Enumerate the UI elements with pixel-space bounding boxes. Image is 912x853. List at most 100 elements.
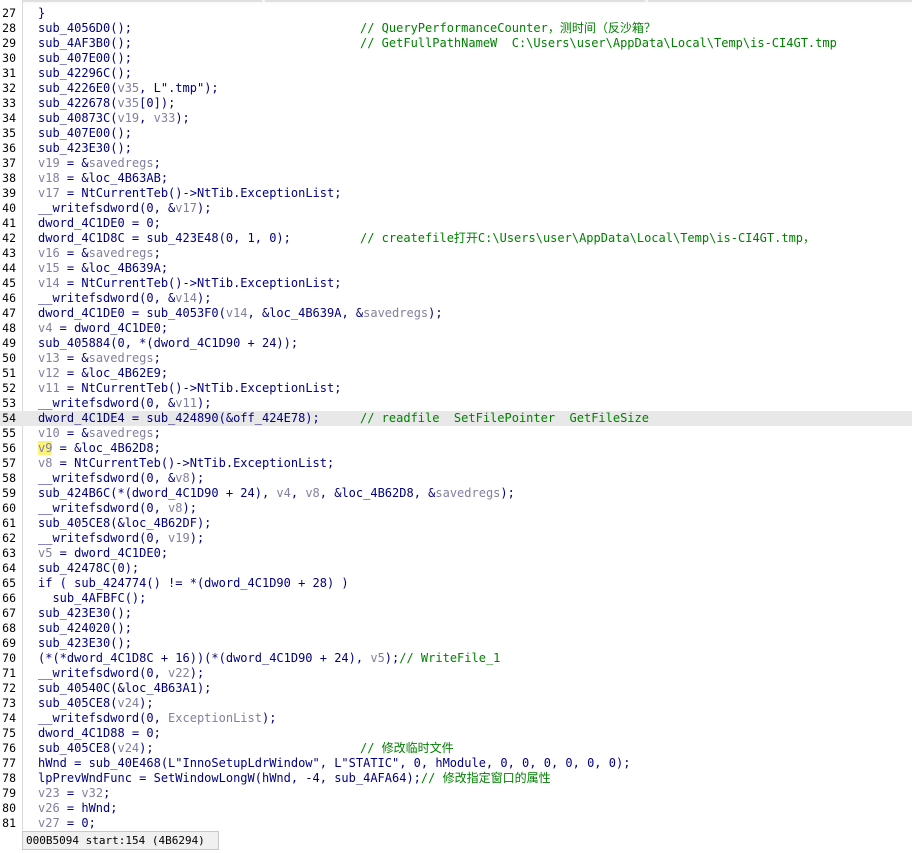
variable-token[interactable]: savedregs xyxy=(89,246,154,260)
code-line[interactable]: 51 v12 = &loc_4B62E9; xyxy=(0,366,912,381)
code-text[interactable]: v5 = dword_4C1DE0; xyxy=(38,546,168,561)
code-line[interactable]: 34 sub_40873C(v19, v33); xyxy=(0,111,912,126)
code-token[interactable]: sub_42296C(); xyxy=(38,66,132,80)
variable-token[interactable]: v19 xyxy=(38,156,60,170)
code-token[interactable]: ); xyxy=(197,396,211,410)
variable-token[interactable]: v23 xyxy=(38,786,60,800)
code-token[interactable]: sub_4056D0(); xyxy=(38,21,132,35)
variable-token[interactable]: v10 xyxy=(38,426,60,440)
code-token[interactable]: hWnd = sub_40E468(L"InnoSetupLdrWindow",… xyxy=(38,756,630,770)
code-token[interactable]: __writefsdword(0, & xyxy=(38,396,175,410)
code-text[interactable]: sub_422678(v35[0]); xyxy=(38,96,175,111)
code-line[interactable]: 73 sub_405CE8(v24); xyxy=(0,696,912,711)
code-text[interactable]: hWnd = sub_40E468(L"InnoSetupLdrWindow",… xyxy=(38,756,630,771)
code-line[interactable]: 66 sub_4AFBFC(); xyxy=(0,591,912,606)
variable-token[interactable]: savedregs xyxy=(89,156,154,170)
code-line[interactable]: 61 sub_405CE8(&loc_4B62DF); xyxy=(0,516,912,531)
code-line[interactable]: 79 v23 = v32; xyxy=(0,786,912,801)
code-token[interactable]: , xyxy=(291,486,305,500)
code-token[interactable]: , &loc_4B639A, & xyxy=(248,306,364,320)
code-token[interactable]: sub_405CE8(&loc_4B62DF); xyxy=(38,516,211,530)
code-line[interactable]: 31 sub_42296C(); xyxy=(0,66,912,81)
code-token[interactable]: sub_4AF3B0(); xyxy=(38,36,132,50)
code-token[interactable]: sub_405CE8( xyxy=(38,741,117,755)
code-token[interactable]: ); xyxy=(197,291,211,305)
variable-token[interactable]: savedregs xyxy=(89,351,154,365)
variable-token[interactable]: v17 xyxy=(175,201,197,215)
code-token[interactable]: (*(*dword_4C1D8C + 16))(*(dword_4C1D90 +… xyxy=(38,651,370,665)
pseudocode-editor[interactable]: 27} 28 sub_4056D0();// QueryPerformanceCou… xyxy=(0,0,912,830)
variable-token[interactable]: v11 xyxy=(175,396,197,410)
code-text[interactable]: if ( sub_424774() != *(dword_4C1D90 + 28… xyxy=(38,576,349,591)
code-text[interactable]: __writefsdword(0, &v17); xyxy=(38,201,211,216)
code-token[interactable]: [0]); xyxy=(139,96,175,110)
code-token[interactable]: sub_4AFBFC(); xyxy=(38,591,146,605)
variable-token[interactable]: v17 xyxy=(38,186,60,200)
variable-token[interactable]: v35 xyxy=(117,96,139,110)
code-token[interactable]: dword_4C1DE4 = sub_424890(&off_424E78); xyxy=(38,411,320,425)
code-token[interactable]: = NtCurrentTeb()->NtTib.ExceptionList; xyxy=(52,456,335,470)
code-text[interactable]: dword_4C1D8C = sub_423E48(0, 1, 0); xyxy=(38,231,291,246)
code-token[interactable]: = & xyxy=(60,426,89,440)
variable-token[interactable]: v19 xyxy=(168,531,190,545)
code-text[interactable]: __writefsdword(0, ExceptionList); xyxy=(38,711,276,726)
variable-token[interactable]: v33 xyxy=(154,111,176,125)
code-text[interactable]: dword_4C1DE4 = sub_424890(&off_424E78); xyxy=(38,411,320,426)
code-text[interactable]: v26 = hWnd; xyxy=(38,801,117,816)
code-line[interactable]: 59 sub_424B6C(*(dword_4C1D90 + 24), v4, v… xyxy=(0,486,912,501)
code-text[interactable]: (*(*dword_4C1D8C + 16))(*(dword_4C1D90 +… xyxy=(38,651,500,666)
variable-token[interactable]: v26 xyxy=(38,801,60,815)
code-line[interactable]: 35 sub_407E00(); xyxy=(0,126,912,141)
code-token[interactable]: ); xyxy=(428,306,442,320)
code-token[interactable]: = xyxy=(60,786,82,800)
variable-token[interactable]: v8 xyxy=(38,456,52,470)
code-line[interactable]: 33 sub_422678(v35[0]); xyxy=(0,96,912,111)
code-text[interactable]: v14 = NtCurrentTeb()->NtTib.ExceptionLis… xyxy=(38,276,341,291)
code-token[interactable]: sub_405884(0, *(dword_4C1D90 + 24)); xyxy=(38,336,298,350)
code-text[interactable]: v18 = &loc_4B63AB; xyxy=(38,171,168,186)
code-token[interactable]: ; xyxy=(154,246,161,260)
variable-token[interactable]: v32 xyxy=(81,786,103,800)
code-token[interactable]: ); xyxy=(500,486,514,500)
variable-token[interactable]: v9 xyxy=(38,441,53,455)
code-line[interactable]: 78 lpPrevWndFunc = SetWindowLongW(hWnd, -… xyxy=(0,771,912,786)
code-token[interactable]: ; xyxy=(154,351,161,365)
code-token[interactable]: = &loc_4B63AB; xyxy=(60,171,168,185)
code-line[interactable]: 38 v18 = &loc_4B63AB; xyxy=(0,171,912,186)
code-line[interactable]: 65 if ( sub_424774() != *(dword_4C1D90 + … xyxy=(0,576,912,591)
code-text[interactable]: sub_423E30(); xyxy=(38,141,132,156)
code-line[interactable]: 40 __writefsdword(0, &v17); xyxy=(0,201,912,216)
code-token[interactable]: = NtCurrentTeb()->NtTib.ExceptionList; xyxy=(60,186,342,200)
code-token[interactable]: ); xyxy=(190,531,204,545)
variable-token[interactable]: v8 xyxy=(168,501,182,515)
variable-token[interactable]: v15 xyxy=(38,261,60,275)
code-token[interactable]: = &loc_4B62E9; xyxy=(60,366,168,380)
code-text[interactable]: v27 = 0; xyxy=(38,816,96,830)
code-token[interactable]: = &loc_4B639A; xyxy=(60,261,168,275)
code-text[interactable]: sub_405884(0, *(dword_4C1D90 + 24)); xyxy=(38,336,298,351)
code-line[interactable]: 68 sub_424020(); xyxy=(0,621,912,636)
code-text[interactable]: v12 = &loc_4B62E9; xyxy=(38,366,168,381)
variable-token[interactable]: v11 xyxy=(38,381,60,395)
code-token[interactable]: sub_40873C( xyxy=(38,111,117,125)
code-text[interactable]: v9 = &loc_4B62D8; xyxy=(38,441,161,456)
code-token[interactable]: ); xyxy=(262,711,276,725)
code-text[interactable]: sub_42478C(0); xyxy=(38,561,139,576)
code-text[interactable]: sub_407E00(); xyxy=(38,126,132,141)
code-token[interactable]: __writefsdword(0, xyxy=(38,711,168,725)
code-text[interactable]: __writefsdword(0, v19); xyxy=(38,531,204,546)
code-text[interactable]: sub_424B6C(*(dword_4C1D90 + 24), v4, v8,… xyxy=(38,486,515,501)
code-line[interactable]: 29 sub_4AF3B0(); // GetFullPathNameW C:\Us… xyxy=(0,36,912,51)
code-token[interactable]: , xyxy=(139,111,153,125)
code-token[interactable]: ; xyxy=(103,786,110,800)
code-token[interactable]: __writefsdword(0, xyxy=(38,531,168,545)
code-line[interactable]: 70 (*(*dword_4C1D8C + 16))(*(dword_4C1D90… xyxy=(0,651,912,666)
variable-token[interactable]: v12 xyxy=(38,366,60,380)
code-text[interactable]: } xyxy=(38,6,45,21)
code-line[interactable]: 44 v15 = &loc_4B639A; xyxy=(0,261,912,276)
code-line[interactable]: 28 sub_4056D0(); // QueryPerformanceCounte… xyxy=(0,21,912,36)
code-token[interactable]: ); xyxy=(190,471,204,485)
code-text[interactable]: sub_405CE8(&loc_4B62DF); xyxy=(38,516,211,531)
code-token[interactable]: } xyxy=(38,6,45,20)
code-token[interactable]: sub_407E00(); xyxy=(38,51,132,65)
